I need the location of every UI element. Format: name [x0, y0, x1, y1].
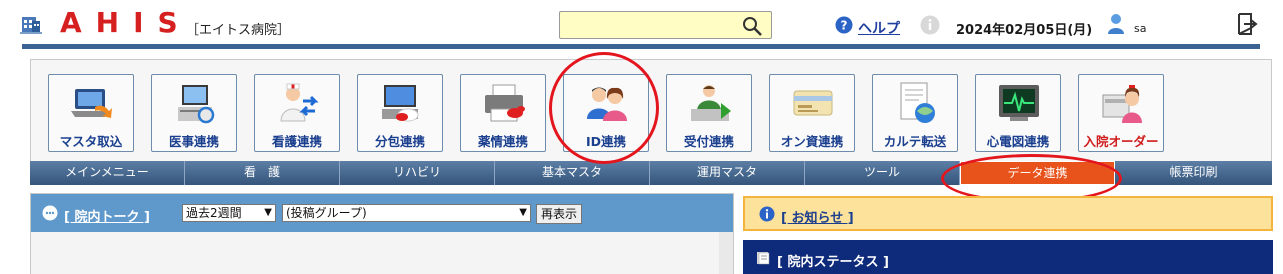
- period-select[interactable]: 過去2週間 ▼: [182, 204, 276, 222]
- logout-icon[interactable]: [1236, 12, 1258, 36]
- user-icon: [1108, 14, 1124, 34]
- laptop-import-icon: [71, 89, 112, 118]
- help-icon[interactable]: ?: [835, 16, 853, 34]
- printer-drug-info-icon: [485, 84, 525, 122]
- search-input[interactable]: [559, 11, 772, 39]
- tile-label: マスタ取込: [59, 134, 123, 149]
- app-header: AHIS ［エイトス病院］ ? ヘルプ 2024年02月05日(月) sa: [0, 0, 1283, 50]
- info-icon: [759, 206, 775, 222]
- computer-sync-icon: [178, 85, 215, 124]
- card-reader-icon: [793, 90, 833, 116]
- tile-label: オン資連携: [780, 134, 844, 149]
- tile-reception[interactable]: 受付連携: [666, 74, 752, 152]
- tile-chart-transfer[interactable]: カルテ転送: [872, 74, 958, 152]
- tile-ecg[interactable]: 心電図連携: [975, 74, 1061, 152]
- tile-nursing[interactable]: 看護連携: [254, 74, 340, 152]
- help-link[interactable]: ヘルプ: [858, 18, 900, 38]
- tile-online-qualification[interactable]: オン資連携: [769, 74, 855, 152]
- talk-header: [ 院内トーク ] 過去2週間 ▼ (投稿グループ) ▼ 再表示: [31, 194, 733, 232]
- header-divider: [22, 44, 1260, 49]
- search-icon[interactable]: [741, 15, 763, 37]
- tab-operation-master[interactable]: 運用マスタ: [650, 161, 805, 185]
- tile-admission-order[interactable]: 入院オーダー: [1078, 74, 1164, 152]
- chevron-down-icon: ▼: [264, 207, 272, 218]
- group-select-value: (投稿グループ): [286, 206, 367, 220]
- tab-rehabilitation[interactable]: リハビリ: [340, 161, 495, 185]
- tile-label: 看護連携: [271, 134, 322, 149]
- admission-bed-icon: [1102, 85, 1142, 123]
- tile-label: カルテ転送: [883, 134, 947, 149]
- status-title: [ 院内ステータス ]: [777, 255, 889, 270]
- tile-label: 心電図連携: [986, 134, 1050, 149]
- hospital-status-panel: [ 院内ステータス ]: [743, 240, 1273, 274]
- book-icon: [757, 252, 770, 265]
- tile-label: 入院オーダー: [1083, 134, 1159, 149]
- chevron-down-icon: ▼: [519, 207, 527, 218]
- notice-title-link[interactable]: [ お知らせ ]: [781, 207, 854, 226]
- app-logo: AHIS: [60, 6, 192, 39]
- tile-label: 薬情連携: [477, 134, 528, 149]
- tile-master-import[interactable]: マスタ取込: [48, 74, 134, 152]
- current-date: 2024年02月05日(月): [956, 23, 1093, 38]
- user-name: sa: [1134, 22, 1147, 35]
- talk-message-area: [31, 232, 719, 274]
- tab-tools[interactable]: ツール: [805, 161, 960, 185]
- reception-icon: [691, 85, 731, 121]
- tile-packaging[interactable]: 分包連携: [357, 74, 443, 152]
- internal-talk-panel: [ 院内トーク ] 過去2週間 ▼ (投稿グループ) ▼ 再表示: [30, 193, 734, 274]
- highlight-circle-id-link: [549, 52, 659, 164]
- hospital-name: ［エイトス病院］: [186, 23, 291, 38]
- tile-medical-affairs[interactable]: 医事連携: [151, 74, 237, 152]
- talk-scrollbar[interactable]: [719, 232, 733, 274]
- info-icon[interactable]: [920, 15, 940, 35]
- period-select-value: 過去2週間: [186, 206, 242, 220]
- chart-transfer-icon: [900, 82, 935, 123]
- hospital-building-icon: [20, 17, 42, 34]
- tile-label: 分包連携: [374, 134, 425, 149]
- tab-main-menu[interactable]: メインメニュー: [30, 161, 185, 185]
- talk-title-link[interactable]: [ 院内トーク ]: [64, 206, 150, 225]
- notice-panel: [ お知らせ ]: [743, 196, 1273, 231]
- tile-drug-info[interactable]: 薬情連携: [460, 74, 546, 152]
- chat-bubble-icon: [42, 205, 58, 221]
- svg-text:?: ?: [841, 19, 848, 33]
- pill-packaging-icon: [382, 85, 419, 122]
- group-select[interactable]: (投稿グループ) ▼: [282, 204, 531, 222]
- tab-form-print[interactable]: 帳票印刷: [1115, 161, 1272, 185]
- nurse-transfer-icon: [280, 83, 319, 122]
- tile-label: 医事連携: [168, 134, 219, 149]
- tile-label: 受付連携: [683, 134, 734, 149]
- redisplay-button[interactable]: 再表示: [536, 204, 583, 224]
- tab-basic-master[interactable]: 基本マスタ: [495, 161, 650, 185]
- tab-nursing[interactable]: 看 護: [185, 161, 340, 185]
- ecg-monitor-icon: [999, 85, 1039, 121]
